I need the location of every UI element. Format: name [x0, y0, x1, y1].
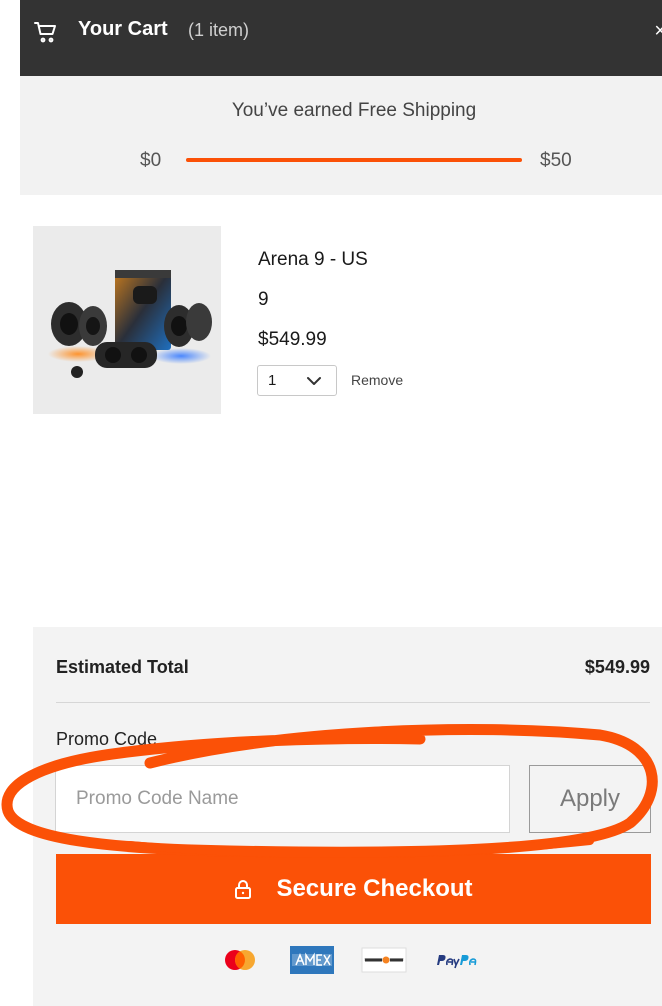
mastercard-icon — [217, 945, 263, 975]
chevron-down-icon — [307, 377, 321, 385]
secure-checkout-button[interactable]: Secure Checkout — [56, 854, 651, 924]
product-name[interactable]: Arena 9 - US — [258, 249, 368, 271]
lock-icon — [235, 880, 252, 899]
amex-icon — [289, 945, 335, 975]
close-icon[interactable]: × — [654, 20, 662, 43]
shipping-max-label: $50 — [540, 150, 572, 171]
paypal-icon — [433, 945, 479, 975]
discover-icon — [361, 945, 407, 975]
cart-item-count: (1 item) — [188, 20, 250, 40]
product-variant: 9 — [258, 289, 269, 310]
apply-promo-button[interactable]: Apply — [529, 765, 651, 833]
secure-checkout-label: Secure Checkout — [276, 875, 473, 902]
quantity-select[interactable]: 1 — [257, 365, 337, 396]
remove-item-link[interactable]: Remove — [351, 372, 403, 388]
cart-header: Your Cart (1 item) × — [20, 0, 662, 76]
shipping-progress-track — [186, 158, 522, 162]
quantity-value: 1 — [268, 372, 277, 389]
free-shipping-message: You’ve earned Free Shipping — [231, 100, 477, 121]
estimated-total-value: $549.99 — [584, 657, 650, 677]
payment-methods — [33, 943, 662, 977]
speaker-system-image — [48, 270, 212, 378]
product-price: $549.99 — [258, 329, 327, 350]
summary-divider — [56, 702, 650, 703]
free-shipping-bar: You’ve earned Free Shipping $0 $50 — [20, 76, 662, 195]
order-summary: Estimated Total $549.99 Promo Code Apply… — [33, 627, 662, 1006]
shipping-progress-fill — [186, 158, 522, 162]
promo-code-input[interactable] — [55, 765, 510, 833]
product-image[interactable] — [33, 226, 221, 414]
cart-icon — [34, 22, 56, 43]
shipping-min-label: $0 — [140, 150, 162, 171]
estimated-total-label: Estimated Total — [56, 657, 189, 677]
cart-title: Your Cart — [78, 18, 168, 40]
promo-code-label: Promo Code — [56, 729, 158, 749]
